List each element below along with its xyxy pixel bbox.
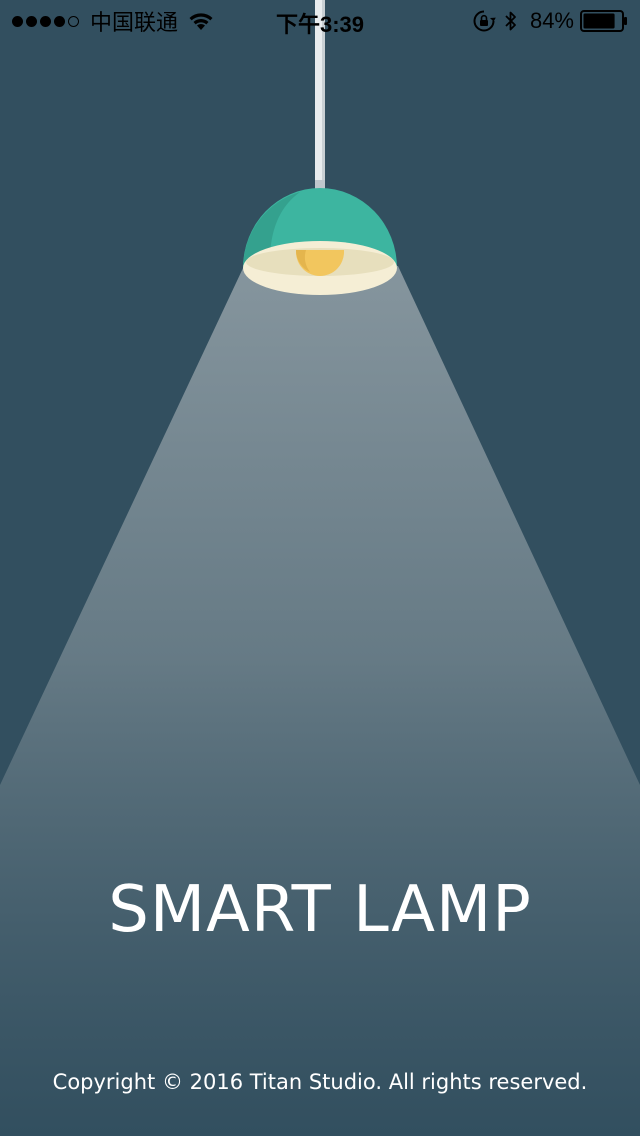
copyright-notice: Copyright © 2016 Titan Studio. All right… <box>52 1070 588 1094</box>
rotation-lock-icon <box>473 10 496 32</box>
light-beam <box>0 266 640 1136</box>
battery-percentage: 84% <box>529 8 574 33</box>
status-bar: 中国联通 下午3:39 84% <box>0 0 640 40</box>
status-bar-right: 84% <box>472 8 628 34</box>
lamp-illustration <box>0 0 640 1136</box>
bluetooth-icon <box>505 11 516 31</box>
app-title: SMART LAMP <box>108 873 532 947</box>
battery-icon <box>580 10 627 32</box>
splash-screen: 中国联通 下午3:39 84% SMART LAMP Copyright © 2… <box>0 0 640 1136</box>
